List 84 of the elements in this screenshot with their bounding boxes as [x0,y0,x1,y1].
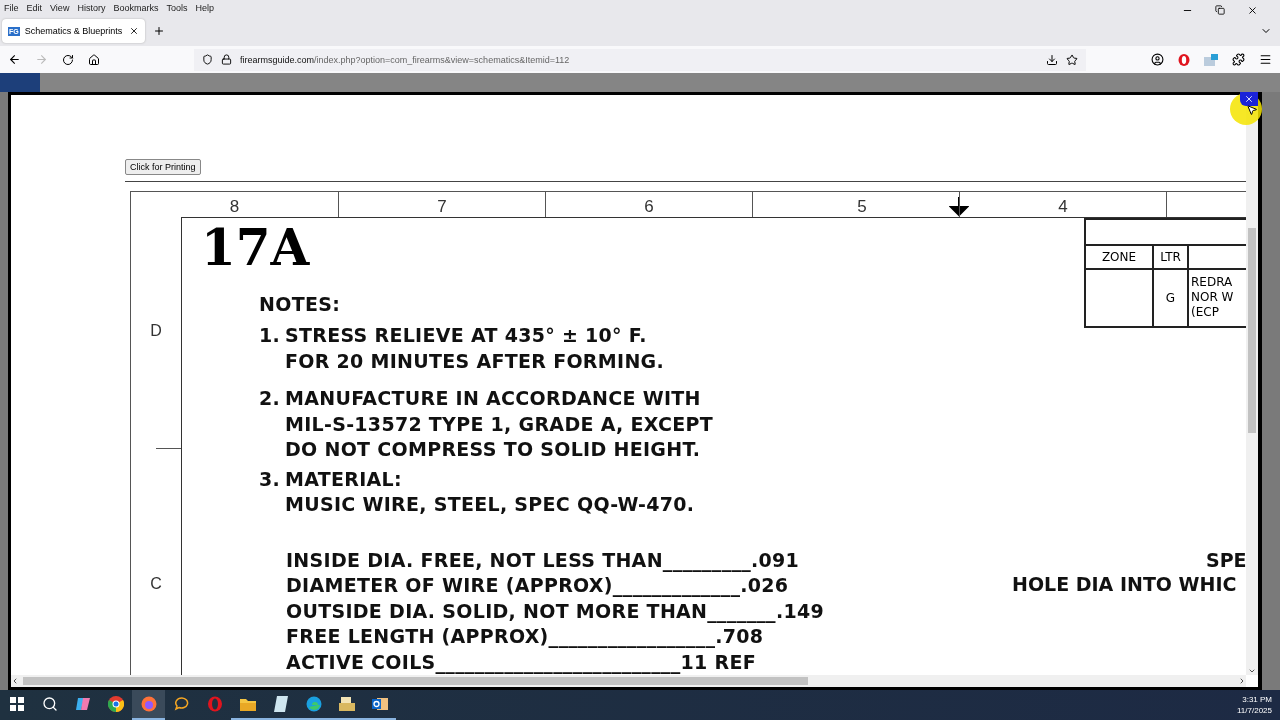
folder-icon [239,697,256,711]
star-icon[interactable] [1066,53,1078,66]
opera-icon[interactable] [1178,53,1190,66]
spec-line: DIAMETER OF WIRE (APPROX)_____________.026 [286,573,790,599]
zone-letter: C [150,574,162,593]
clock-time: 3:31 PM [1242,694,1272,705]
chat-icon [173,696,190,712]
table-cell: G [1165,290,1176,305]
close-icon[interactable] [129,26,139,36]
address-bar[interactable]: firearmsguide.com/index.php?option=com_firearms&view=schematics&Itemid=112 [194,48,1086,71]
spec-line: OUTSIDE DIA. SOLID, NOT MORE THAN_______.149 [286,598,825,624]
note-line: MANUFACTURE IN ACCORDANCE WITH [285,386,702,411]
note-line: DO NOT COMPRESS TO SOLID HEIGHT. [285,437,702,462]
scroll-thumb[interactable] [1248,228,1256,433]
download-icon[interactable] [1046,53,1058,66]
lock-icon [221,54,232,65]
chrome-icon [107,696,124,712]
part-number: 17A [201,221,311,274]
table-cell-text: NOR W [1191,290,1235,305]
swirl-icon [74,696,91,712]
opera-icon [206,696,223,712]
horizontal-scrollbar[interactable] [11,675,1246,687]
zone-letter: D [150,321,162,340]
note-line: FOR 20 MINUTES AFTER FORMING. [285,348,665,374]
spec-heading: HOLE DIA INTO WHIC [1012,571,1238,596]
puzzle-icon[interactable] [1232,53,1245,66]
menu-item[interactable]: View [50,3,70,13]
notepad-icon [273,696,288,712]
restore-icon[interactable] [1215,4,1225,15]
account-icon[interactable] [1151,53,1164,66]
column-header: ZONE [1101,249,1137,264]
arrow-down-icon [949,196,969,217]
note-line: MATERIAL: [285,466,403,492]
spec-line: ACTIVE COILS_________________________11 REF [286,649,757,675]
menu-item[interactable]: Tools [166,3,188,13]
tab-title: Schematics & Blueprints [24,26,124,36]
new-tab-icon[interactable] [153,25,165,37]
close-button[interactable] [1240,92,1258,106]
column-header: LTR [1160,249,1181,264]
table-cell-text: (ECP [1191,305,1220,320]
outlook-icon [371,696,388,712]
back-icon[interactable] [8,53,21,66]
firefox-icon [140,696,157,712]
menu-item[interactable]: File [4,3,19,13]
note-number: 3. [259,466,282,492]
scroll-left-icon[interactable] [11,677,19,685]
zone-number: 7 [437,196,447,217]
scroll-right-icon[interactable] [1238,677,1246,685]
edge-icon [305,696,322,712]
shield-icon [202,54,213,65]
extension-icon[interactable] [1204,53,1218,66]
print-button[interactable]: Click for Printing [125,159,201,175]
windows-icon [9,697,24,711]
note-number: 1. [259,323,282,348]
menu-item[interactable]: Bookmarks [113,3,159,13]
reload-icon[interactable] [62,53,74,66]
documents-icon [338,697,355,711]
zone-number: 6 [644,196,654,217]
spec-line: FREE LENGTH (APPROX)_________________.708 [286,624,765,650]
clock-date: 11/7/2025 [1237,705,1272,716]
notes-heading: NOTES: [259,291,342,317]
menu-item[interactable]: History [77,3,106,13]
home-icon[interactable] [88,53,100,66]
zone-number: 8 [229,196,240,217]
note-line: MUSIC WIRE, STEEL, SPEC QQ-W-470. [285,492,696,517]
menu-icon[interactable] [1259,53,1272,66]
note-line: STRESS RELIEVE AT 435° ± 10° F. [285,323,648,348]
zone-number: 5 [857,196,867,217]
scroll-thumb[interactable] [23,677,808,685]
scroll-down-icon[interactable] [1248,667,1256,675]
table-cell-text: REDRA [1191,275,1234,290]
url-path: /index.php?option=com_firearms&view=schematics&Itemid=112 [314,54,570,65]
zone-number: 4 [1058,196,1068,217]
spec-heading: SPE [1206,547,1246,572]
search-icon [41,696,58,712]
close-icon [1244,94,1254,104]
note-number: 2. [259,386,282,411]
menu-item[interactable]: Edit [26,3,43,13]
note-line: MIL-S-13572 TYPE 1, GRADE A, EXCEPT [285,411,714,437]
close-icon[interactable] [1247,4,1258,16]
cursor-icon [1246,104,1258,116]
spec-line: INSIDE DIA. FREE, NOT LESS THAN_________.091 [286,547,801,573]
menu-item[interactable]: Help [195,3,214,13]
url-domain: firearmsguide.com [240,54,315,65]
